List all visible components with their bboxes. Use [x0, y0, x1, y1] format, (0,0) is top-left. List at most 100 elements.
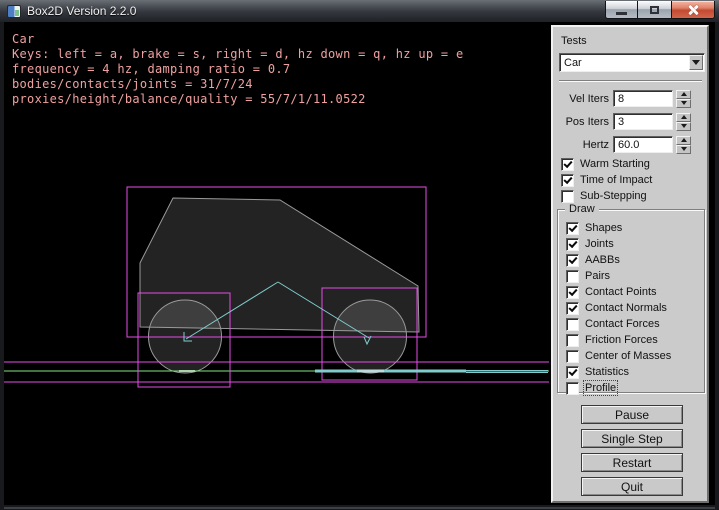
window-title: Box2D Version 2.2.0	[27, 4, 136, 18]
stats-text: Car Keys: left = a, brake = s, right = d…	[12, 32, 463, 107]
checkbox-row[interactable]: Friction Forces	[566, 332, 671, 348]
draw-group: Draw Shapes Joints	[557, 209, 705, 393]
checkbox-label: Shapes	[585, 222, 622, 234]
maximize-button[interactable]	[638, 1, 671, 19]
spinner-down-button[interactable]	[676, 122, 691, 131]
panel-button[interactable]: Restart	[581, 453, 683, 472]
spinner-down-button[interactable]	[676, 99, 691, 108]
up-arrow-icon	[681, 92, 687, 96]
checkbox-label: Contact Normals	[585, 302, 667, 314]
close-icon	[687, 5, 699, 15]
checkbox-row[interactable]: Profile	[566, 380, 671, 396]
separator	[559, 80, 702, 82]
spinner-up-button[interactable]	[676, 90, 691, 99]
checkbox-label: Contact Forces	[585, 318, 660, 330]
minimize-icon	[616, 12, 627, 15]
iteration-row: Vel Iters 8	[553, 89, 711, 108]
checkbox-label: Joints	[585, 238, 614, 250]
checkbox-row[interactable]: Joints	[566, 236, 671, 252]
field-label: Pos Iters	[553, 116, 609, 128]
checkbox-row[interactable]: Shapes	[566, 220, 671, 236]
checkbox[interactable]	[566, 254, 579, 267]
stats-line: Car	[12, 32, 463, 47]
checkbox-row[interactable]: Contact Normals	[566, 300, 671, 316]
spinner	[676, 90, 691, 108]
title-bar[interactable]: Box2D Version 2.2.0	[0, 0, 719, 22]
iteration-fields: Vel Iters 8 Pos Iters	[553, 89, 711, 158]
spinner	[676, 136, 691, 154]
iteration-row: Hertz 60.0	[553, 135, 711, 154]
checkbox[interactable]	[566, 382, 579, 395]
checkbox[interactable]	[561, 158, 574, 171]
down-arrow-icon	[681, 101, 687, 105]
checkbox-label: Profile	[585, 382, 616, 394]
checkbox-label: Warm Starting	[580, 158, 650, 170]
solver-checkboxes: Warm Starting Time of Impact Sub-Steppin…	[561, 156, 652, 204]
checkbox-row[interactable]: Contact Points	[566, 284, 671, 300]
checkbox[interactable]	[566, 270, 579, 283]
down-arrow-icon	[681, 147, 687, 151]
checkbox-label: Time of Impact	[580, 174, 652, 186]
tests-dropdown-value: Car	[564, 57, 582, 69]
checkbox[interactable]	[566, 302, 579, 315]
checkbox-label: Pairs	[585, 270, 610, 282]
checkbox-label: AABBs	[585, 254, 620, 266]
up-arrow-icon	[681, 138, 687, 142]
checkbox-row[interactable]: Pairs	[566, 268, 671, 284]
checkbox[interactable]	[566, 350, 579, 363]
draw-checkboxes: Shapes Joints AABBs	[566, 220, 671, 396]
rear-wheel-contact-point	[179, 370, 195, 372]
front-wheel-contact-point	[357, 370, 384, 373]
maximize-icon	[650, 6, 659, 14]
stats-line: bodies/contacts/joints = 31/7/24	[12, 77, 463, 92]
tests-dropdown[interactable]: Car	[559, 53, 705, 72]
action-buttons: Pause Single Step Restart Quit	[581, 405, 683, 501]
checkbox-row[interactable]: Center of Masses	[566, 348, 671, 364]
checkbox-row[interactable]: Sub-Stepping	[561, 188, 652, 204]
checkbox[interactable]	[561, 190, 574, 203]
field-label: Hertz	[553, 139, 609, 151]
panel-button[interactable]: Quit	[581, 477, 683, 496]
checkbox-row[interactable]: Warm Starting	[561, 156, 652, 172]
checkbox-row[interactable]: Statistics	[566, 364, 671, 380]
checkbox-row[interactable]: Contact Forces	[566, 316, 671, 332]
window-controls	[605, 1, 715, 19]
value-input[interactable]: 3	[613, 113, 673, 130]
checkbox[interactable]	[561, 174, 574, 187]
checkbox[interactable]	[566, 238, 579, 251]
down-arrow-icon	[681, 124, 687, 128]
checkbox[interactable]	[566, 334, 579, 347]
field-label: Vel Iters	[553, 93, 609, 105]
minimize-button[interactable]	[605, 1, 638, 19]
tests-dropdown-button[interactable]	[689, 55, 703, 70]
spinner-up-button[interactable]	[676, 113, 691, 122]
checkbox-label: Sub-Stepping	[580, 190, 647, 202]
bridge-joints-line	[315, 370, 466, 373]
checkbox[interactable]	[566, 222, 579, 235]
control-panel: Tests Car Vel Iters 8	[551, 25, 709, 503]
app-window: Box2D Version 2.2.0	[0, 0, 719, 510]
panel-button[interactable]: Single Step	[581, 429, 683, 448]
checkbox[interactable]	[566, 286, 579, 299]
close-button[interactable]	[671, 1, 715, 19]
checkbox-row[interactable]: AABBs	[566, 252, 671, 268]
app-icon	[7, 5, 21, 18]
stats-line: proxies/height/balance/quality = 55/7/1/…	[12, 92, 463, 107]
spinner-up-button[interactable]	[676, 136, 691, 145]
chevron-down-icon	[692, 60, 700, 65]
iteration-row: Pos Iters 3	[553, 112, 711, 131]
stats-line: Keys: left = a, brake = s, right = d, hz…	[12, 47, 463, 62]
checkbox[interactable]	[566, 366, 579, 379]
spinner-down-button[interactable]	[676, 145, 691, 154]
panel-button[interactable]: Pause	[581, 405, 683, 424]
spinner	[676, 113, 691, 131]
up-arrow-icon	[681, 115, 687, 119]
value-input[interactable]: 60.0	[613, 136, 673, 153]
checkbox-label: Statistics	[585, 366, 629, 378]
value-input[interactable]: 8	[613, 90, 673, 107]
checkbox[interactable]	[566, 318, 579, 331]
checkbox-label: Contact Points	[585, 286, 657, 298]
client-area: Car Keys: left = a, brake = s, right = d…	[4, 22, 715, 505]
window-frame-edge	[4, 507, 715, 509]
checkbox-row[interactable]: Time of Impact	[561, 172, 652, 188]
